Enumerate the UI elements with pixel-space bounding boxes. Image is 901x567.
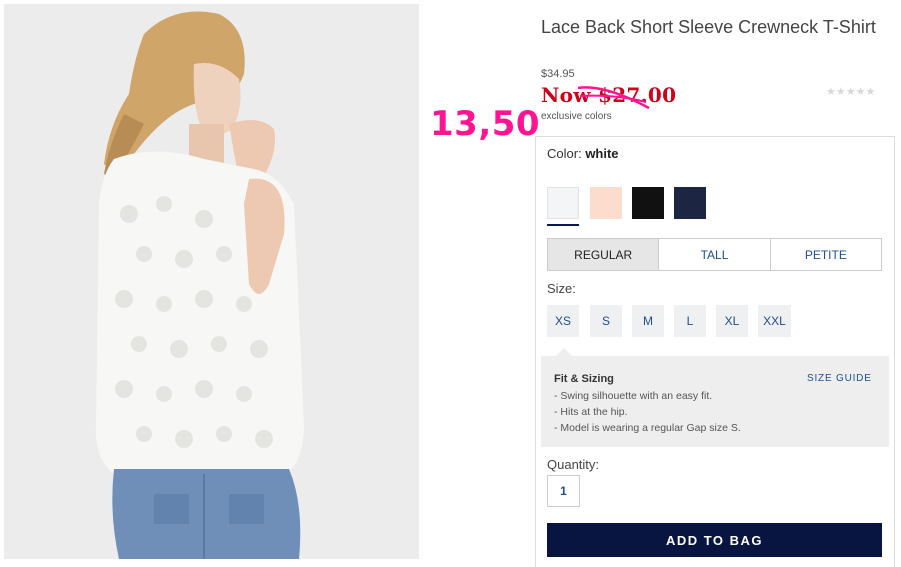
swatch-white[interactable] [547,187,579,219]
quantity-input[interactable]: 1 [547,475,580,507]
size-label: Size: [547,281,576,296]
product-title: Lace Back Short Sleeve Crewneck T-Shirt [541,17,876,37]
exclusive-colors-label: exclusive colors [541,111,612,122]
tab-tall[interactable]: TALL [659,239,771,270]
quantity-label: Quantity: [547,457,600,472]
tab-petite[interactable]: PETITE [771,239,881,270]
size-s-button[interactable]: S [590,305,622,337]
original-price: $34.95 [541,68,575,80]
size-xxl-button[interactable]: XXL [758,305,791,337]
swatch-black[interactable] [632,187,664,219]
size-m-button[interactable]: M [632,305,664,337]
size-guide-link[interactable]: SIZE GUIDE [807,373,872,384]
size-xs-button[interactable]: XS [547,305,579,337]
handwritten-price-annotation: 13,50 [430,104,541,144]
handwritten-strike-mark [577,86,650,110]
add-to-bag-button[interactable]: ADD TO BAG [547,523,882,557]
selected-swatch-underline [547,224,579,226]
selected-color-name: white [585,146,619,161]
fit-tabs: REGULAR TALL PETITE [547,238,882,271]
swatch-pink[interactable] [590,187,622,219]
rating-stars[interactable]: ★★★★★ [826,85,875,98]
color-label: Color: white [547,146,619,161]
fit-sizing-line: - Hits at the hip. [554,406,628,418]
tab-regular[interactable]: REGULAR [548,239,660,270]
product-image[interactable] [4,4,419,559]
fit-sizing-title: Fit & Sizing [554,373,614,385]
size-xl-button[interactable]: XL [716,305,748,337]
color-label-text: Color: [547,146,582,161]
fit-sizing-line: - Swing silhouette with an easy fit. [554,390,713,402]
fit-sizing-line: - Model is wearing a regular Gap size S. [554,422,741,434]
swatch-navy[interactable] [674,187,706,219]
size-l-button[interactable]: L [674,305,706,337]
product-options-panel [535,136,895,567]
